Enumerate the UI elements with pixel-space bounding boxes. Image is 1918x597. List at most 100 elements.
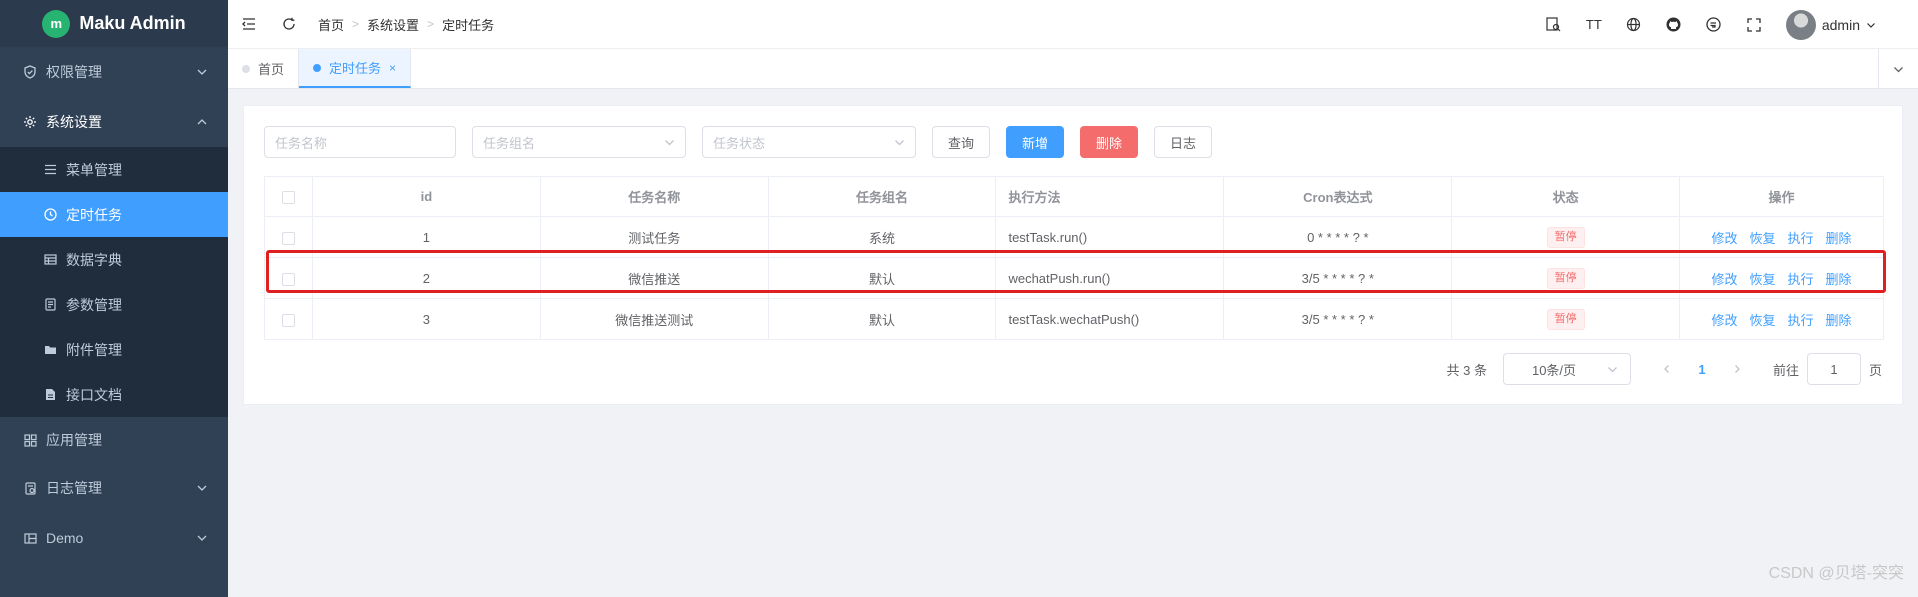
query-button[interactable]: 查询 <box>932 126 991 158</box>
run-link[interactable]: 执行 <box>1788 313 1814 328</box>
select-all-checkbox[interactable] <box>281 191 295 205</box>
sidebar-item-permissions[interactable]: 权限管理 <box>0 47 228 97</box>
cell-id: 2 <box>311 257 541 299</box>
menu-fold-icon[interactable] <box>242 17 256 31</box>
add-button[interactable]: 新增 <box>1006 126 1065 158</box>
chevron-down-icon <box>1608 367 1617 373</box>
username[interactable]: admin <box>1822 17 1860 33</box>
system-settings-submenu: 菜单管理 定时任务 数据字典 参数管理 附件管理 接口文档 <box>0 147 228 417</box>
log-icon <box>22 480 38 496</box>
tabs-more-button[interactable] <box>1878 49 1918 89</box>
col-task-name: 任务名称 <box>539 176 769 217</box>
edit-link[interactable]: 修改 <box>1712 272 1738 287</box>
breadcrumb: 首页 > 系统设置 > 定时任务 <box>318 15 494 34</box>
breadcrumb-system[interactable]: 系统设置 <box>367 15 419 34</box>
close-icon[interactable]: × <box>389 61 396 75</box>
avatar[interactable] <box>1785 9 1816 40</box>
goto-page-input[interactable]: 1 <box>1806 353 1861 385</box>
chevron-right-icon <box>1735 365 1740 373</box>
sidebar-item-api-docs[interactable]: 接口文档 <box>0 372 228 417</box>
sidebar-item-system-settings[interactable]: 系统设置 <box>0 97 228 147</box>
delete-link[interactable]: 删除 <box>1826 272 1852 287</box>
sidebar-item-logs[interactable]: 日志管理 <box>0 463 228 513</box>
row-checkbox[interactable] <box>281 272 295 286</box>
page-size-select[interactable]: 10条/页 <box>1502 353 1631 385</box>
run-link[interactable]: 执行 <box>1788 231 1814 246</box>
sidebar-item-scheduled-tasks[interactable]: 定时任务 <box>0 192 228 237</box>
table-icon <box>42 252 58 268</box>
prev-page-button[interactable] <box>1653 355 1681 383</box>
logo[interactable]: m Maku Admin <box>0 0 228 47</box>
content-card: 任务名称 任务组名 任务状态 查询 新增 删除 日志 id 任务名称 任务组名 … <box>243 105 1903 405</box>
breadcrumb-current: 定时任务 <box>442 17 495 33</box>
chevron-down-icon <box>197 535 207 541</box>
header-tools: TT admin <box>1522 0 1876 49</box>
cell-cron: 3/5 * * * * ? * <box>1223 257 1453 299</box>
row-checkbox[interactable] <box>281 231 295 245</box>
task-status-select[interactable]: 任务状态 <box>702 126 916 158</box>
tab-label: 首页 <box>258 62 285 77</box>
sidebar-item-data-dictionary[interactable]: 数据字典 <box>0 237 228 282</box>
delete-button[interactable]: 删除 <box>1080 126 1139 158</box>
github-icon[interactable] <box>1666 17 1682 33</box>
placeholder: 任务组名 <box>483 135 536 151</box>
globe-icon[interactable] <box>1626 17 1642 33</box>
clock-icon <box>42 207 58 223</box>
delete-link[interactable]: 删除 <box>1826 231 1852 246</box>
cell-method: testTask.wechatPush() <box>995 298 1225 340</box>
row-checkbox[interactable] <box>281 313 295 327</box>
cell-name: 测试任务 <box>539 216 769 258</box>
gitee-icon[interactable] <box>1706 17 1722 33</box>
sidebar-item-demo[interactable]: Demo <box>0 513 228 563</box>
cell-actions: 修改 恢复 执行 删除 <box>1679 216 1884 258</box>
tab-scheduled-tasks[interactable]: 定时任务 × <box>299 49 412 88</box>
pager-total: 共 3 条 <box>1446 362 1487 378</box>
log-button[interactable]: 日志 <box>1154 126 1213 158</box>
chevron-down-icon <box>895 140 904 146</box>
sidebar-item-attachments[interactable]: 附件管理 <box>0 327 228 372</box>
refresh-icon[interactable] <box>282 17 296 31</box>
col-actions: 操作 <box>1679 176 1884 217</box>
cell-name: 微信推送 <box>539 257 769 299</box>
sidebar-item-label: 定时任务 <box>66 206 122 223</box>
layout-icon <box>22 530 38 546</box>
table-row: 2 微信推送 默认 wechatPush.run() 3/5 * * * * ?… <box>264 257 1884 299</box>
resume-link[interactable]: 恢复 <box>1750 231 1776 246</box>
placeholder: 任务状态 <box>713 135 766 151</box>
chevron-down-icon[interactable] <box>1866 20 1876 30</box>
task-name-input[interactable]: 任务名称 <box>264 126 456 158</box>
col-cron: Cron表达式 <box>1223 176 1453 217</box>
edit-link[interactable]: 修改 <box>1712 231 1738 246</box>
col-id: id <box>311 176 541 217</box>
edit-link[interactable]: 修改 <box>1712 313 1738 328</box>
breadcrumb-separator-icon: > <box>352 17 360 31</box>
next-page-button[interactable] <box>1723 355 1751 383</box>
delete-link[interactable]: 删除 <box>1826 313 1852 328</box>
task-group-select[interactable]: 任务组名 <box>472 126 686 158</box>
tab-home[interactable]: 首页 <box>228 49 300 88</box>
goto-label: 前往 <box>1772 362 1799 378</box>
page-number-current[interactable]: 1 <box>1687 362 1717 377</box>
page-unit-label: 页 <box>1868 362 1882 378</box>
resume-link[interactable]: 恢复 <box>1750 272 1776 287</box>
image-search-icon[interactable] <box>1546 17 1562 33</box>
resume-link[interactable]: 恢复 <box>1750 313 1776 328</box>
cell-method: testTask.run() <box>995 216 1225 258</box>
fullscreen-icon[interactable] <box>1746 17 1762 33</box>
sidebar-item-app-management[interactable]: 应用管理 <box>0 417 228 463</box>
sidebar-item-label: 数据字典 <box>66 251 122 268</box>
cell-status: 暂停 <box>1451 257 1681 299</box>
gear-icon <box>22 114 38 130</box>
sidebar-item-label: 权限管理 <box>46 64 102 80</box>
run-link[interactable]: 执行 <box>1788 272 1814 287</box>
chevron-down-icon <box>1894 66 1903 72</box>
cell-group: 默认 <box>767 298 997 340</box>
sidebar-item-menu-management[interactable]: 菜单管理 <box>0 147 228 192</box>
chevron-up-icon <box>197 119 207 125</box>
chevron-down-icon <box>197 485 207 491</box>
breadcrumb-home[interactable]: 首页 <box>318 15 344 34</box>
sidebar-item-parameters[interactable]: 参数管理 <box>0 282 228 327</box>
font-size-icon[interactable]: TT <box>1586 17 1602 33</box>
tab-dot-icon <box>313 63 322 72</box>
sidebar-item-label: Demo <box>46 530 84 546</box>
